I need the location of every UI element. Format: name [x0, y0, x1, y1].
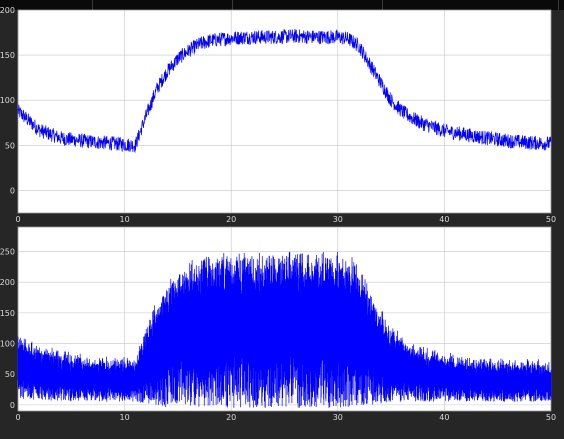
scope-plots: 0 10 20 30 40 50 0 50 100 150 200 0 10 20 30 40 50 0 50 100… [0, 6, 556, 422]
y-tick-label: 100 [0, 96, 15, 105]
y-tick-label: 50 [5, 141, 15, 150]
x-tick-label: 20 [226, 413, 236, 422]
y-tick-label: 150 [0, 309, 15, 318]
y-tick-label: 0 [10, 401, 15, 410]
x-tick-label: 10 [120, 413, 130, 422]
x-tick-label: 30 [333, 215, 343, 224]
x-tick-label: 20 [226, 215, 236, 224]
x-tick-label: 30 [333, 413, 343, 422]
y-tick-label: 0 [10, 186, 15, 195]
x-tick-label: 40 [439, 215, 449, 224]
x-tick-label: 50 [546, 413, 556, 422]
scope-window: 0 10 20 30 40 50 0 50 100 150 200 0 10 20 30 40 50 0 50 100… [0, 0, 564, 439]
scope-axes-1: 0 10 20 30 40 50 0 50 100 150 200 [0, 6, 556, 224]
y-tick-label: 200 [0, 278, 15, 287]
y-tick-label: 200 [0, 6, 15, 15]
y-tick-label: 50 [5, 370, 15, 379]
x-tick-label: 0 [15, 215, 20, 224]
x-tick-label: 0 [15, 413, 20, 422]
x-tick-label: 50 [546, 215, 556, 224]
plot-area [17, 9, 552, 214]
y-tick-label: 100 [0, 340, 15, 349]
scope-axes-2: 0 10 20 30 40 50 0 50 100 150 200 250 [0, 226, 556, 422]
y-tick-label: 250 [0, 248, 15, 257]
x-tick-label: 40 [439, 413, 449, 422]
y-tick-label: 150 [0, 51, 15, 60]
x-tick-label: 10 [120, 215, 130, 224]
